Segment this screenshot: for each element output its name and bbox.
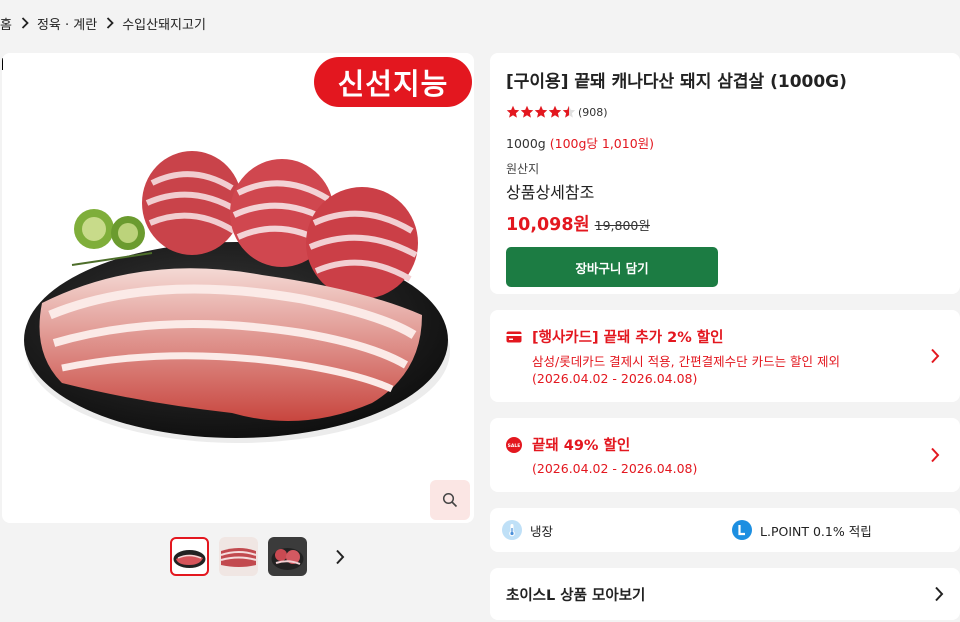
thumbnail-1[interactable] xyxy=(170,537,209,576)
thumbnail-image xyxy=(268,537,307,576)
star-icon xyxy=(520,105,534,118)
thumbnail-strip xyxy=(170,537,349,576)
star-icon xyxy=(506,105,520,118)
thumbnail-2[interactable] xyxy=(219,537,258,576)
promotion-condition: 삼성/롯데카드 결제시 적용, 간편결제수단 카드는 할인 제외 xyxy=(532,354,841,369)
thumbnail-image xyxy=(173,550,206,568)
chevron-right-icon xyxy=(930,348,944,364)
promotion-card-sale[interactable]: SALE 끝돼 49% 할인 (2026.04.02 - 2026.04.08) xyxy=(490,418,960,492)
thumbnail-image xyxy=(219,537,258,576)
sale-price: 10,098원 xyxy=(506,215,590,235)
chevron-right-icon xyxy=(336,549,345,564)
lpoint-label: L.POINT 0.1% 적립 xyxy=(760,523,872,539)
storage-info-panel: 냉장 L.POINT 0.1% 적립 xyxy=(490,508,960,552)
rating[interactable]: (908) xyxy=(506,104,944,120)
breadcrumb-subcategory[interactable]: 수입산돼지고기 xyxy=(122,14,206,33)
product-image xyxy=(24,151,450,443)
unit-price: (100g당 1,010원) xyxy=(549,136,655,151)
unit-info: 1000g (100g당 1,010원) xyxy=(506,133,944,152)
price-row: 10,098원 19,800원 xyxy=(506,211,944,236)
product-image-panel: 신선지능 xyxy=(2,53,474,523)
promotion-title: [행사카드] 끝돼 추가 2% 할인 xyxy=(532,330,724,346)
original-price: 19,800원 xyxy=(594,218,650,233)
lpoint-icon xyxy=(732,520,752,540)
promotion-card-discount[interactable]: [행사카드] 끝돼 추가 2% 할인 삼성/롯데카드 결제시 적용, 간편결제수… xyxy=(490,310,960,402)
breadcrumb: 홈 정육 · 계란 수입산돼지고기 xyxy=(0,12,206,34)
promotion-title: 끝돼 49% 할인 xyxy=(532,438,631,454)
magnifier-icon xyxy=(442,492,458,508)
zoom-button[interactable] xyxy=(430,480,470,520)
add-to-cart-button[interactable]: 장바구니 담기 xyxy=(506,247,718,287)
star-rating xyxy=(506,105,576,119)
star-icon xyxy=(562,105,576,118)
thumbnail-next-button[interactable] xyxy=(335,547,349,567)
svg-text:SALE: SALE xyxy=(508,443,521,449)
review-count: (908) xyxy=(578,105,608,119)
promotion-period: (2026.04.02 - 2026.04.08) xyxy=(532,371,698,386)
chevron-right-icon xyxy=(930,447,944,463)
storage-type-label: 냉장 xyxy=(530,523,554,539)
breadcrumb-home[interactable]: 홈 xyxy=(0,14,12,33)
card-icon xyxy=(506,329,522,345)
star-icon xyxy=(548,105,562,118)
breadcrumb-category[interactable]: 정육 · 계란 xyxy=(37,14,97,33)
thermometer-icon xyxy=(502,520,522,540)
choice-l-link[interactable]: 초이스L 상품 모아보기 xyxy=(490,568,960,620)
freshness-badge: 신선지능 xyxy=(314,57,472,107)
product-title: [구이용] 끝돼 캐나다산 돼지 삼겹살 (1000G) xyxy=(506,72,847,92)
star-icon xyxy=(534,105,548,118)
unit-weight: 1000g xyxy=(506,136,546,151)
origin-label: 원산지 xyxy=(506,162,540,176)
sale-icon: SALE xyxy=(506,436,522,453)
lpoint-info: L.POINT 0.1% 적립 xyxy=(732,520,872,540)
chevron-right-icon xyxy=(106,17,114,29)
thumbnail-3[interactable] xyxy=(268,537,307,576)
promotion-period: (2026.04.02 - 2026.04.08) xyxy=(532,461,698,476)
product-info-panel: [구이용] 끝돼 캐나다산 돼지 삼겹살 (1000G) (908) 1000g… xyxy=(490,53,960,294)
chevron-right-icon xyxy=(934,586,944,602)
chevron-right-icon xyxy=(21,17,29,29)
storage-type: 냉장 xyxy=(502,520,553,540)
choice-l-label: 초이스L 상품 모아보기 xyxy=(506,587,646,604)
origin-value: 상품상세참조 xyxy=(506,183,595,202)
